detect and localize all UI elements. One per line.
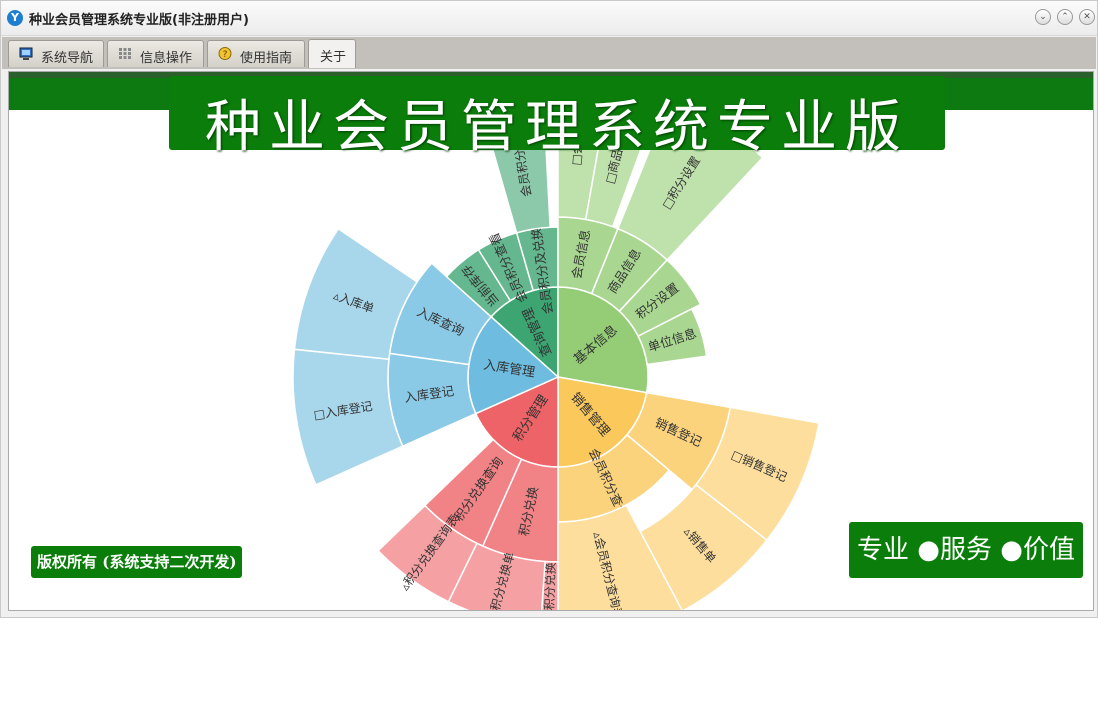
sector-outer-10	[292, 348, 404, 486]
minimize-button[interactable]: ⌄	[1035, 9, 1051, 25]
product-banner: 种业会员管理系统专业版	[169, 76, 945, 160]
title-bar: Y 种业会员管理系统专业版(非注册用户) ⌄ ⌃ ✕	[1, 1, 1097, 36]
tab-system-nav[interactable]: 系统导航	[8, 40, 104, 67]
about-panel: 查询管理 基本信息 销售管理 积分管理 入库管理 当前库存 会员积分查看 会员积分及兑换明细会…	[8, 71, 1094, 611]
close-button[interactable]: ✕	[1079, 9, 1095, 25]
app-window: Y 种业会员管理系统专业版(非注册用户) ⌄ ⌃ ✕ 系统导航 信息操作 ? 使…	[0, 0, 1098, 618]
tab-label: 使用指南	[240, 50, 293, 65]
help-icon: ?	[218, 47, 232, 60]
tab-bar: 系统导航 信息操作 ? 使用指南 关于	[2, 37, 1096, 69]
tab-about[interactable]: 关于	[308, 39, 356, 68]
window-title: 种业会员管理系统专业版(非注册用户)	[29, 13, 249, 28]
tab-user-guide[interactable]: ? 使用指南	[207, 40, 305, 67]
app-logo-icon: Y	[7, 10, 23, 26]
tab-label: 关于	[320, 49, 347, 64]
grid-icon	[119, 48, 131, 59]
tab-label: 系统导航	[41, 50, 94, 65]
copyright-label: 版权所有 (系统支持二次开发)	[31, 546, 243, 578]
tab-label: 信息操作	[140, 50, 193, 65]
svg-text:?: ?	[223, 50, 228, 60]
maximize-button[interactable]: ⌃	[1057, 9, 1073, 25]
slogan-badge: 专业 ●服务 ●价值	[849, 522, 1083, 578]
tab-info-ops[interactable]: 信息操作	[107, 40, 204, 67]
product-title: 种业会员管理系统专业版	[205, 95, 909, 160]
monitor-icon	[19, 47, 33, 60]
